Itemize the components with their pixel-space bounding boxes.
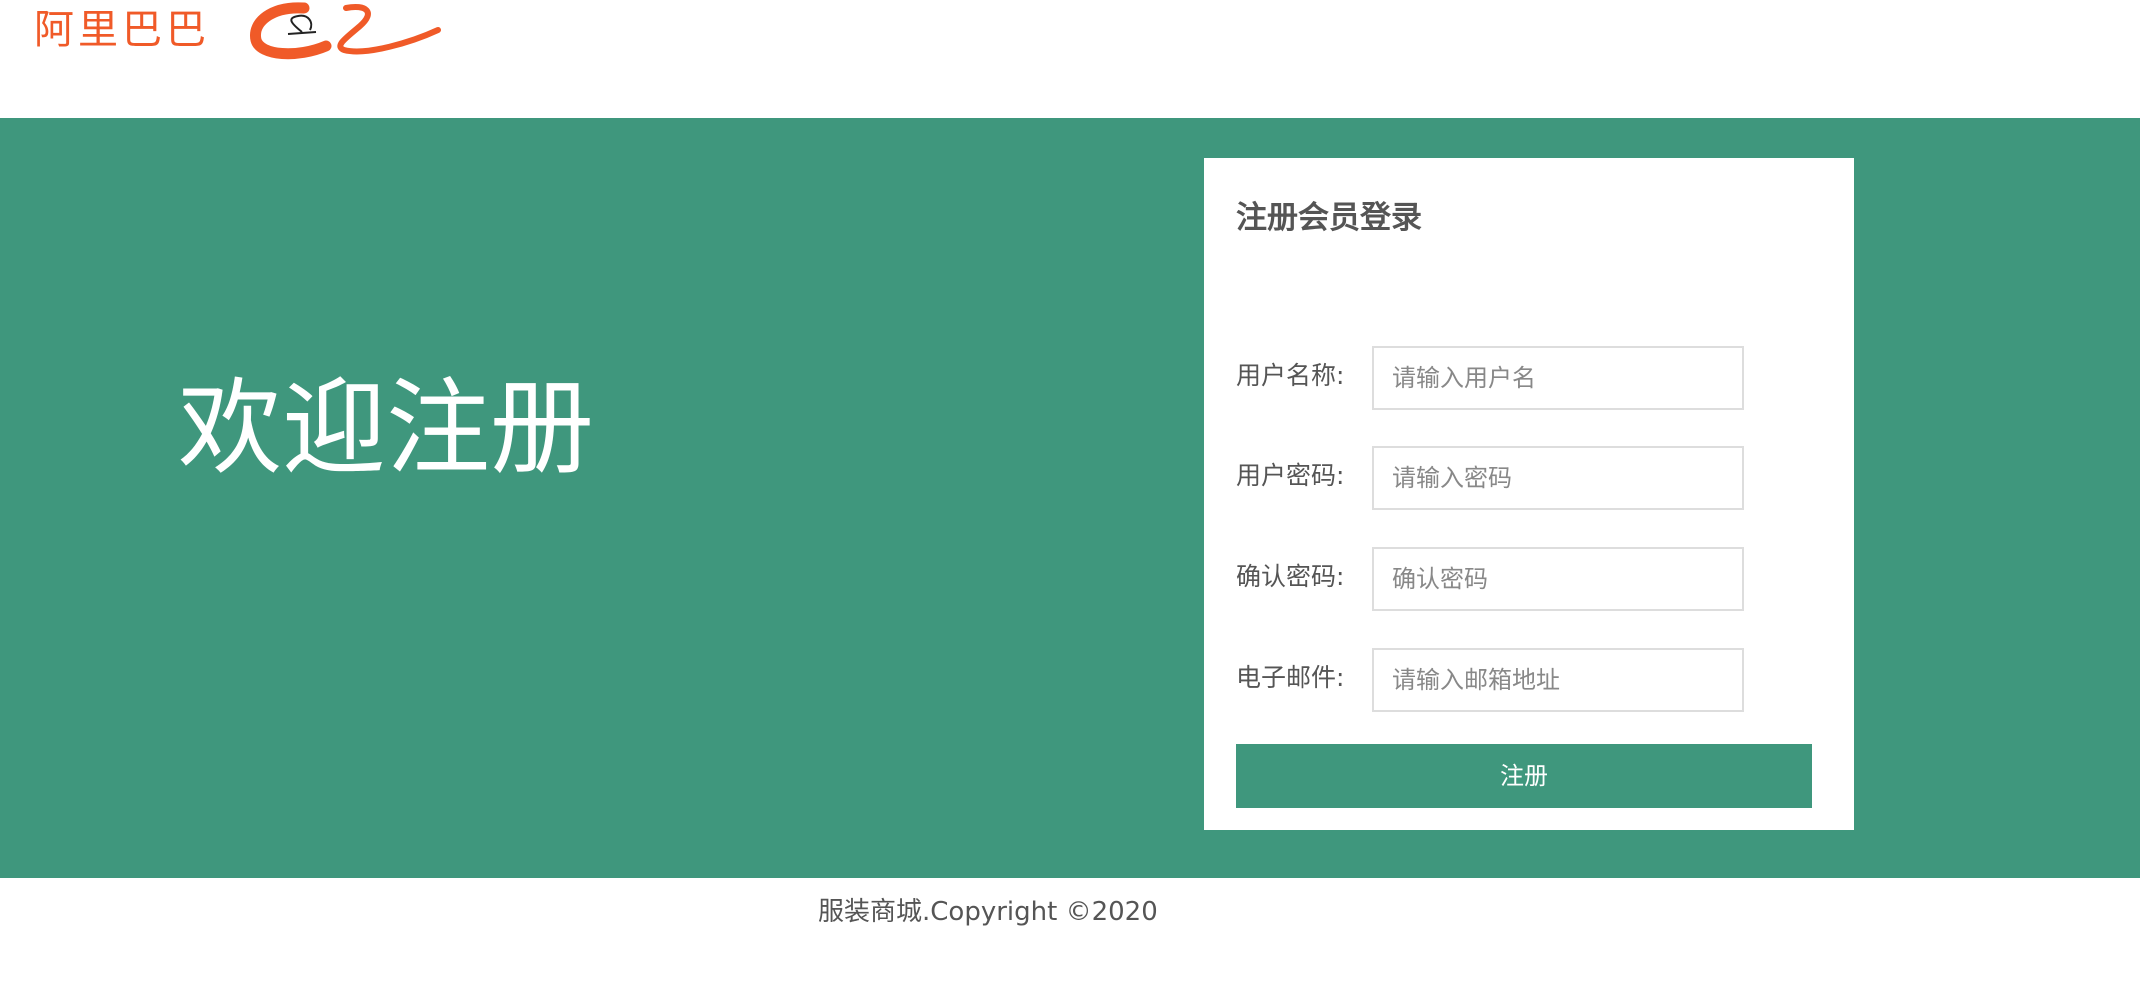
hero-banner: 欢迎注册 注册会员登录 用户名称: 用户密码: 确认密码: 电子邮件: 注册 [0,118,2140,878]
email-row: 电子邮件: [1236,648,1756,712]
copyright-text: 服装商城.Copyright ©2020 [818,897,1158,927]
password-input[interactable] [1372,446,1744,510]
welcome-heading: 欢迎注册 [178,367,595,489]
username-label: 用户名称: [1236,361,1345,390]
footer: 服装商城.Copyright ©2020 [0,878,2140,1004]
username-row: 用户名称: [1236,346,1756,410]
form-title: 注册会员登录 [1236,200,1422,236]
confirm-password-row: 确认密码: [1236,547,1756,611]
register-card: 注册会员登录 用户名称: 用户密码: 确认密码: 电子邮件: 注册 [1204,158,1854,830]
header: 阿里巴巴 [0,0,2140,118]
email-input[interactable] [1372,648,1744,712]
password-label: 用户密码: [1236,461,1345,490]
password-row: 用户密码: [1236,446,1756,510]
email-label: 电子邮件: [1236,663,1345,692]
confirm-password-input[interactable] [1372,547,1744,611]
username-input[interactable] [1372,346,1744,410]
confirm-password-label: 确认密码: [1236,562,1345,591]
logo-text: 阿里巴巴 [34,7,210,53]
alibaba-swoosh-logo-icon [250,2,441,60]
register-button[interactable]: 注册 [1236,744,1812,808]
alibaba-logo[interactable]: 阿里巴巴 [34,0,441,64]
